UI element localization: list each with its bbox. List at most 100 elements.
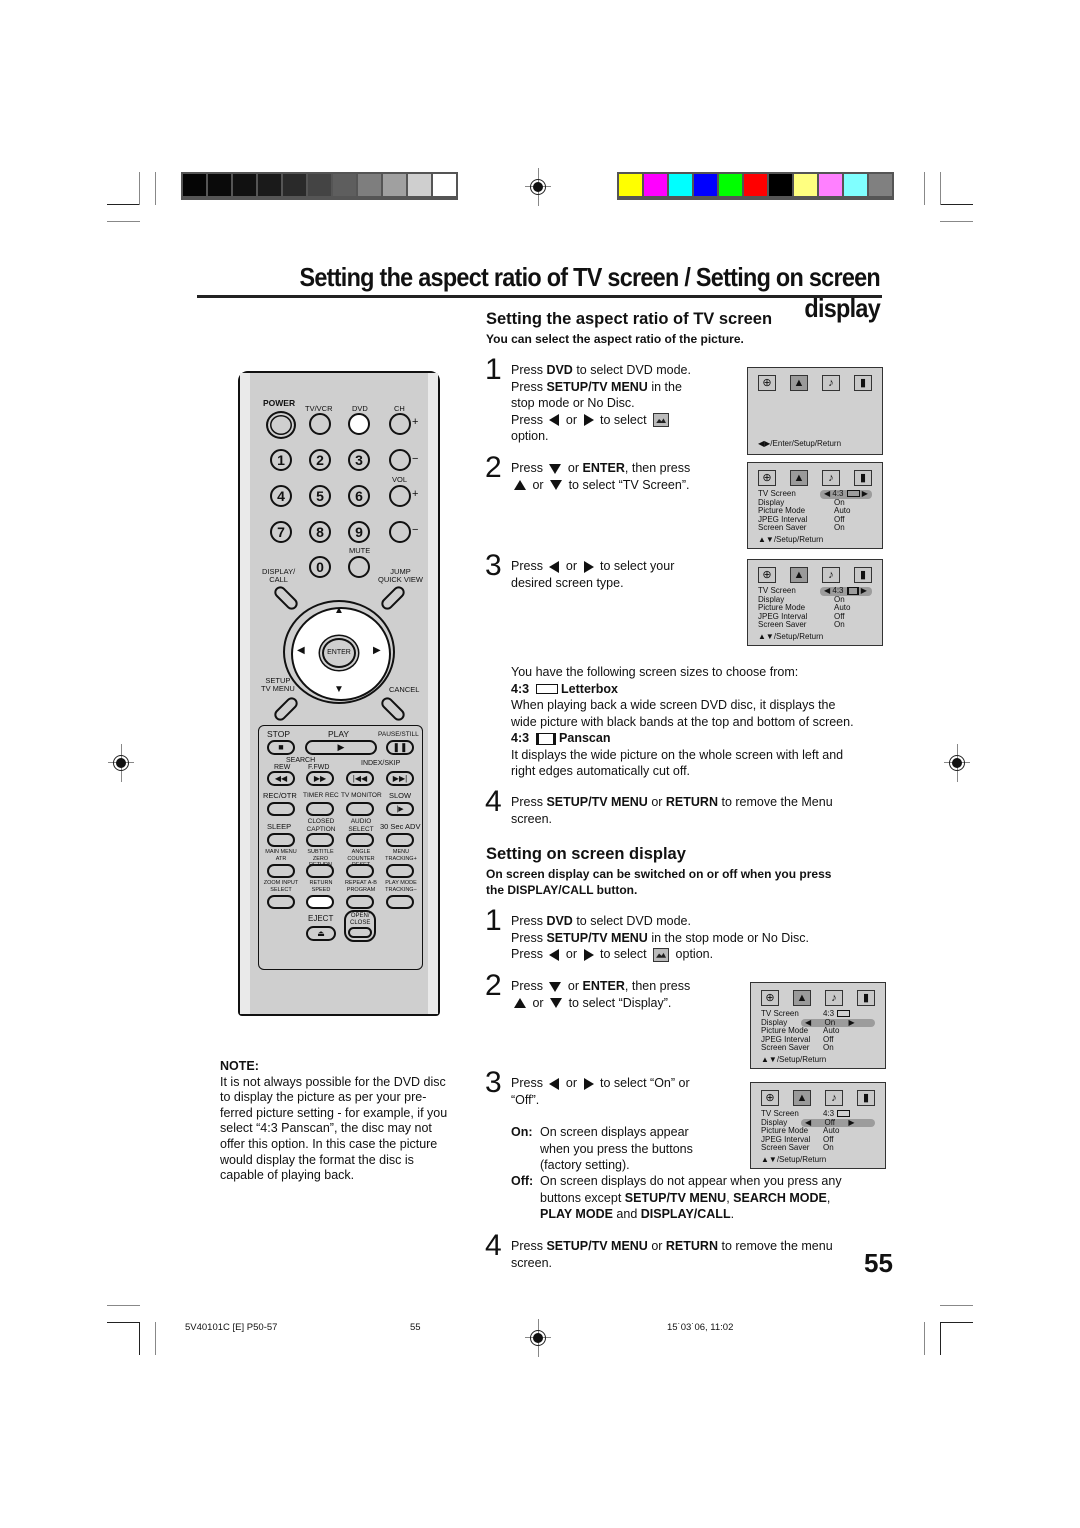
calibration-swatch xyxy=(769,174,792,196)
tvvcr-button[interactable] xyxy=(309,413,331,435)
ch-down-button[interactable] xyxy=(389,449,411,471)
play-button[interactable]: ▶ xyxy=(305,740,377,755)
return-button[interactable] xyxy=(306,895,334,909)
skip-back-button[interactable]: |◀◀ xyxy=(346,771,374,786)
osd-footer: ▲▼/Setup/Return xyxy=(758,631,824,641)
osd-footer: ▲▼/Setup/Return xyxy=(758,534,824,544)
step-3-text: Press or to select “On” or “Off”. xyxy=(511,1076,690,1107)
ch-up-button[interactable] xyxy=(389,413,411,435)
calibration-swatch xyxy=(844,174,867,196)
section-heading-aspect-ratio: Setting the aspect ratio of TV screen xyxy=(486,310,773,328)
main-menu-button[interactable] xyxy=(267,864,295,878)
digit-6-button[interactable]: 6 xyxy=(348,485,370,507)
step-2-text: Press or ENTER, then press or to select … xyxy=(511,979,691,1010)
left-arrow-button[interactable]: ◀ xyxy=(297,646,305,656)
cancel-label: CANCEL xyxy=(389,685,420,694)
repeat-button[interactable] xyxy=(346,895,374,909)
sleep-button[interactable] xyxy=(267,833,295,847)
crop-mark xyxy=(940,204,973,205)
tv-monitor-button[interactable] xyxy=(346,802,374,816)
menu-label: MENU TRACKING+ xyxy=(385,849,417,862)
open-close-button[interactable]: OPEN/CLOSE xyxy=(344,910,376,942)
digit-9-button[interactable]: 9 xyxy=(348,521,370,543)
enter-button[interactable]: ENTER xyxy=(322,638,356,668)
calibration-swatch xyxy=(619,174,642,196)
stop-label: STOP xyxy=(267,729,290,739)
down-arrow-icon xyxy=(550,998,563,1009)
osd-row: Screen Saver On xyxy=(761,1043,834,1053)
play-label: PLAY xyxy=(328,729,350,739)
digit-3-button[interactable]: 3 xyxy=(348,449,370,471)
zoom-button[interactable] xyxy=(267,895,295,909)
audio-icon: ♪ xyxy=(825,990,843,1006)
open-close-label: OPEN/CLOSE xyxy=(350,913,371,926)
crop-mark xyxy=(155,1322,156,1355)
down-arrow-button[interactable]: ▼ xyxy=(334,685,344,695)
rec-otr-button[interactable] xyxy=(267,802,295,816)
note-title: NOTE: xyxy=(220,1059,259,1073)
digit-4-button[interactable]: 4 xyxy=(270,485,292,507)
plus-label: + xyxy=(412,488,419,500)
timer-rec-button[interactable] xyxy=(306,802,334,816)
calibration-swatch xyxy=(644,174,667,196)
subtitle-button[interactable] xyxy=(306,864,334,878)
audio-icon: ♪ xyxy=(822,567,840,583)
30sec-adv-button[interactable] xyxy=(386,833,414,847)
zoom-label: ZOOM INPUT SELECT xyxy=(263,880,299,893)
mute-button[interactable] xyxy=(348,556,370,578)
vol-down-button[interactable] xyxy=(389,521,411,543)
vol-up-button[interactable] xyxy=(389,485,411,507)
up-arrow-icon xyxy=(514,998,526,1009)
footer-code: 5V40101C [E] P50-57 xyxy=(185,1322,278,1333)
digit-2-button[interactable]: 2 xyxy=(309,449,331,471)
play-mode-button[interactable] xyxy=(386,895,414,909)
up-arrow-button[interactable]: ▲ xyxy=(334,606,344,616)
ch-label: CH xyxy=(394,404,405,413)
eject-button[interactable]: ⏏ xyxy=(306,926,336,941)
power-button[interactable] xyxy=(266,411,296,439)
mute-label: MUTE xyxy=(349,546,371,555)
calibration-swatch xyxy=(183,174,206,196)
skip-forward-button[interactable]: ▶▶| xyxy=(386,771,414,786)
page-number: 55 xyxy=(864,1248,893,1278)
digit-7-button[interactable]: 7 xyxy=(270,521,292,543)
dvd-button[interactable] xyxy=(348,413,370,435)
stop-button[interactable]: ■ xyxy=(267,740,295,755)
language-globe-icon: ⊕ xyxy=(761,990,779,1006)
audio-icon: ♪ xyxy=(822,470,840,486)
digit-1-button[interactable]: 1 xyxy=(270,449,292,471)
step-number: 1 xyxy=(485,904,502,937)
pause-label: PAUSE/STILL xyxy=(378,731,419,738)
picture-icon xyxy=(653,947,670,962)
fast-forward-button[interactable]: ▶▶ xyxy=(306,771,334,786)
crop-mark xyxy=(107,204,140,205)
closed-caption-button[interactable] xyxy=(306,833,334,847)
calibration-swatch xyxy=(669,174,692,196)
picture-icon: ▲ xyxy=(793,990,811,1006)
pause-button[interactable]: ❚❚ xyxy=(386,740,414,755)
digit-0-button[interactable]: 0 xyxy=(309,556,331,578)
angle-button[interactable] xyxy=(346,864,374,878)
crop-mark xyxy=(940,1322,941,1355)
step-number: 1 xyxy=(485,353,502,386)
down-arrow-icon xyxy=(549,981,562,992)
rewind-button[interactable]: ◀◀ xyxy=(267,771,295,786)
right-arrow-button[interactable]: ▶ xyxy=(373,646,381,656)
step-number: 3 xyxy=(485,1066,502,1099)
down-arrow-icon xyxy=(549,463,562,474)
slow-button[interactable]: |▶ xyxy=(386,802,414,816)
menu-button[interactable] xyxy=(386,864,414,878)
registration-mark-icon xyxy=(525,1319,551,1357)
calibration-swatch xyxy=(433,174,456,196)
calibration-swatch xyxy=(283,174,306,196)
osd-screen-tv-screen-letterbox: ⊕ ▲ ♪ ▮ TV Screen ◀ 4:3 ▶ Display On Pictu… xyxy=(747,462,883,549)
audio-select-button[interactable] xyxy=(346,833,374,847)
step-number: 3 xyxy=(485,549,502,582)
crop-mark xyxy=(139,172,140,205)
digit-8-button[interactable]: 8 xyxy=(309,521,331,543)
digit-5-button[interactable]: 5 xyxy=(309,485,331,507)
language-globe-icon: ⊕ xyxy=(758,470,776,486)
display-call-label: DISPLAY/CALL xyxy=(262,567,296,584)
registration-mark-icon xyxy=(944,744,970,782)
picture-icon: ▲ xyxy=(790,567,808,583)
